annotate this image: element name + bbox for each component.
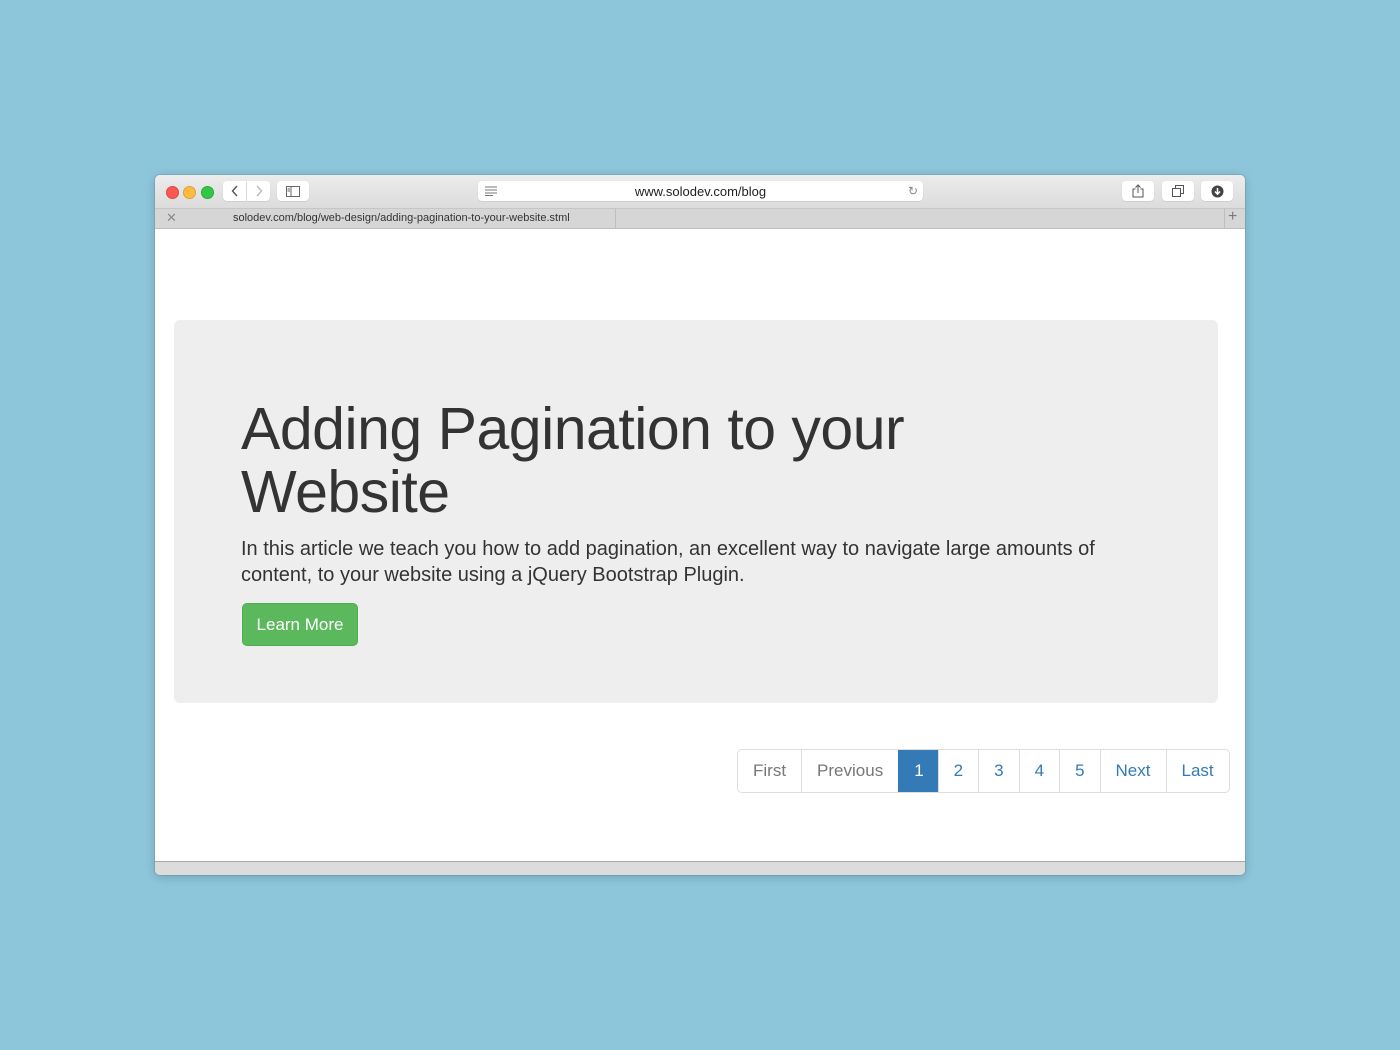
status-bar bbox=[155, 861, 1245, 875]
sidebar-icon bbox=[286, 185, 300, 197]
tab-bar: ✕ solodev.com/blog/web-design/adding-pag… bbox=[155, 208, 1245, 229]
pagination-previous[interactable]: Previous bbox=[801, 750, 899, 792]
tab-title[interactable]: solodev.com/blog/web-design/adding-pagin… bbox=[233, 212, 570, 224]
minimize-window-button[interactable] bbox=[183, 186, 196, 199]
pagination-page-3[interactable]: 3 bbox=[978, 750, 1019, 792]
browser-window: www.solodev.com/blog ↻ ✕ solodev.com/blo… bbox=[155, 175, 1245, 875]
page-content: Adding Pagination to your Website In thi… bbox=[155, 229, 1245, 861]
pagination-last[interactable]: Last bbox=[1165, 750, 1229, 792]
pagination-page-1[interactable]: 1 bbox=[898, 750, 938, 792]
page-title: Adding Pagination to your Website bbox=[241, 396, 905, 525]
jumbotron: Adding Pagination to your Website In thi… bbox=[174, 320, 1218, 703]
share-icon bbox=[1132, 184, 1144, 198]
pagination-first[interactable]: First bbox=[738, 750, 802, 792]
reload-icon[interactable]: ↻ bbox=[908, 184, 918, 198]
address-text[interactable]: www.solodev.com/blog bbox=[478, 184, 923, 199]
back-button[interactable] bbox=[223, 181, 246, 201]
close-window-button[interactable] bbox=[166, 186, 179, 199]
pagination-page-4[interactable]: 4 bbox=[1018, 750, 1060, 792]
pagination: First Previous 1 2 3 4 5 Next Last bbox=[737, 749, 1230, 793]
tabs-overview-icon bbox=[1172, 185, 1184, 197]
downloads-button[interactable] bbox=[1201, 181, 1233, 201]
plus-icon[interactable]: + bbox=[1228, 208, 1237, 226]
sidebar-button[interactable] bbox=[277, 181, 309, 201]
tab-close-icon[interactable]: ✕ bbox=[166, 210, 177, 226]
tabs-overview-button[interactable] bbox=[1162, 181, 1194, 201]
pagination-page-2[interactable]: 2 bbox=[937, 750, 979, 792]
pagination-next[interactable]: Next bbox=[1099, 750, 1166, 792]
download-icon bbox=[1211, 185, 1223, 197]
chevron-left-icon bbox=[231, 185, 238, 197]
browser-toolbar: www.solodev.com/blog ↻ bbox=[155, 175, 1245, 209]
tab-divider bbox=[615, 209, 616, 228]
forward-button[interactable] bbox=[247, 181, 270, 201]
tab-divider bbox=[1224, 209, 1225, 228]
maximize-window-button[interactable] bbox=[201, 186, 214, 199]
learn-more-button[interactable]: Learn More bbox=[242, 603, 358, 646]
lead-paragraph: In this article we teach you how to add … bbox=[241, 538, 1095, 586]
share-button[interactable] bbox=[1122, 181, 1154, 201]
address-bar[interactable]: www.solodev.com/blog ↻ bbox=[478, 181, 923, 201]
chevron-right-icon bbox=[255, 185, 262, 197]
pagination-page-5[interactable]: 5 bbox=[1059, 750, 1100, 792]
